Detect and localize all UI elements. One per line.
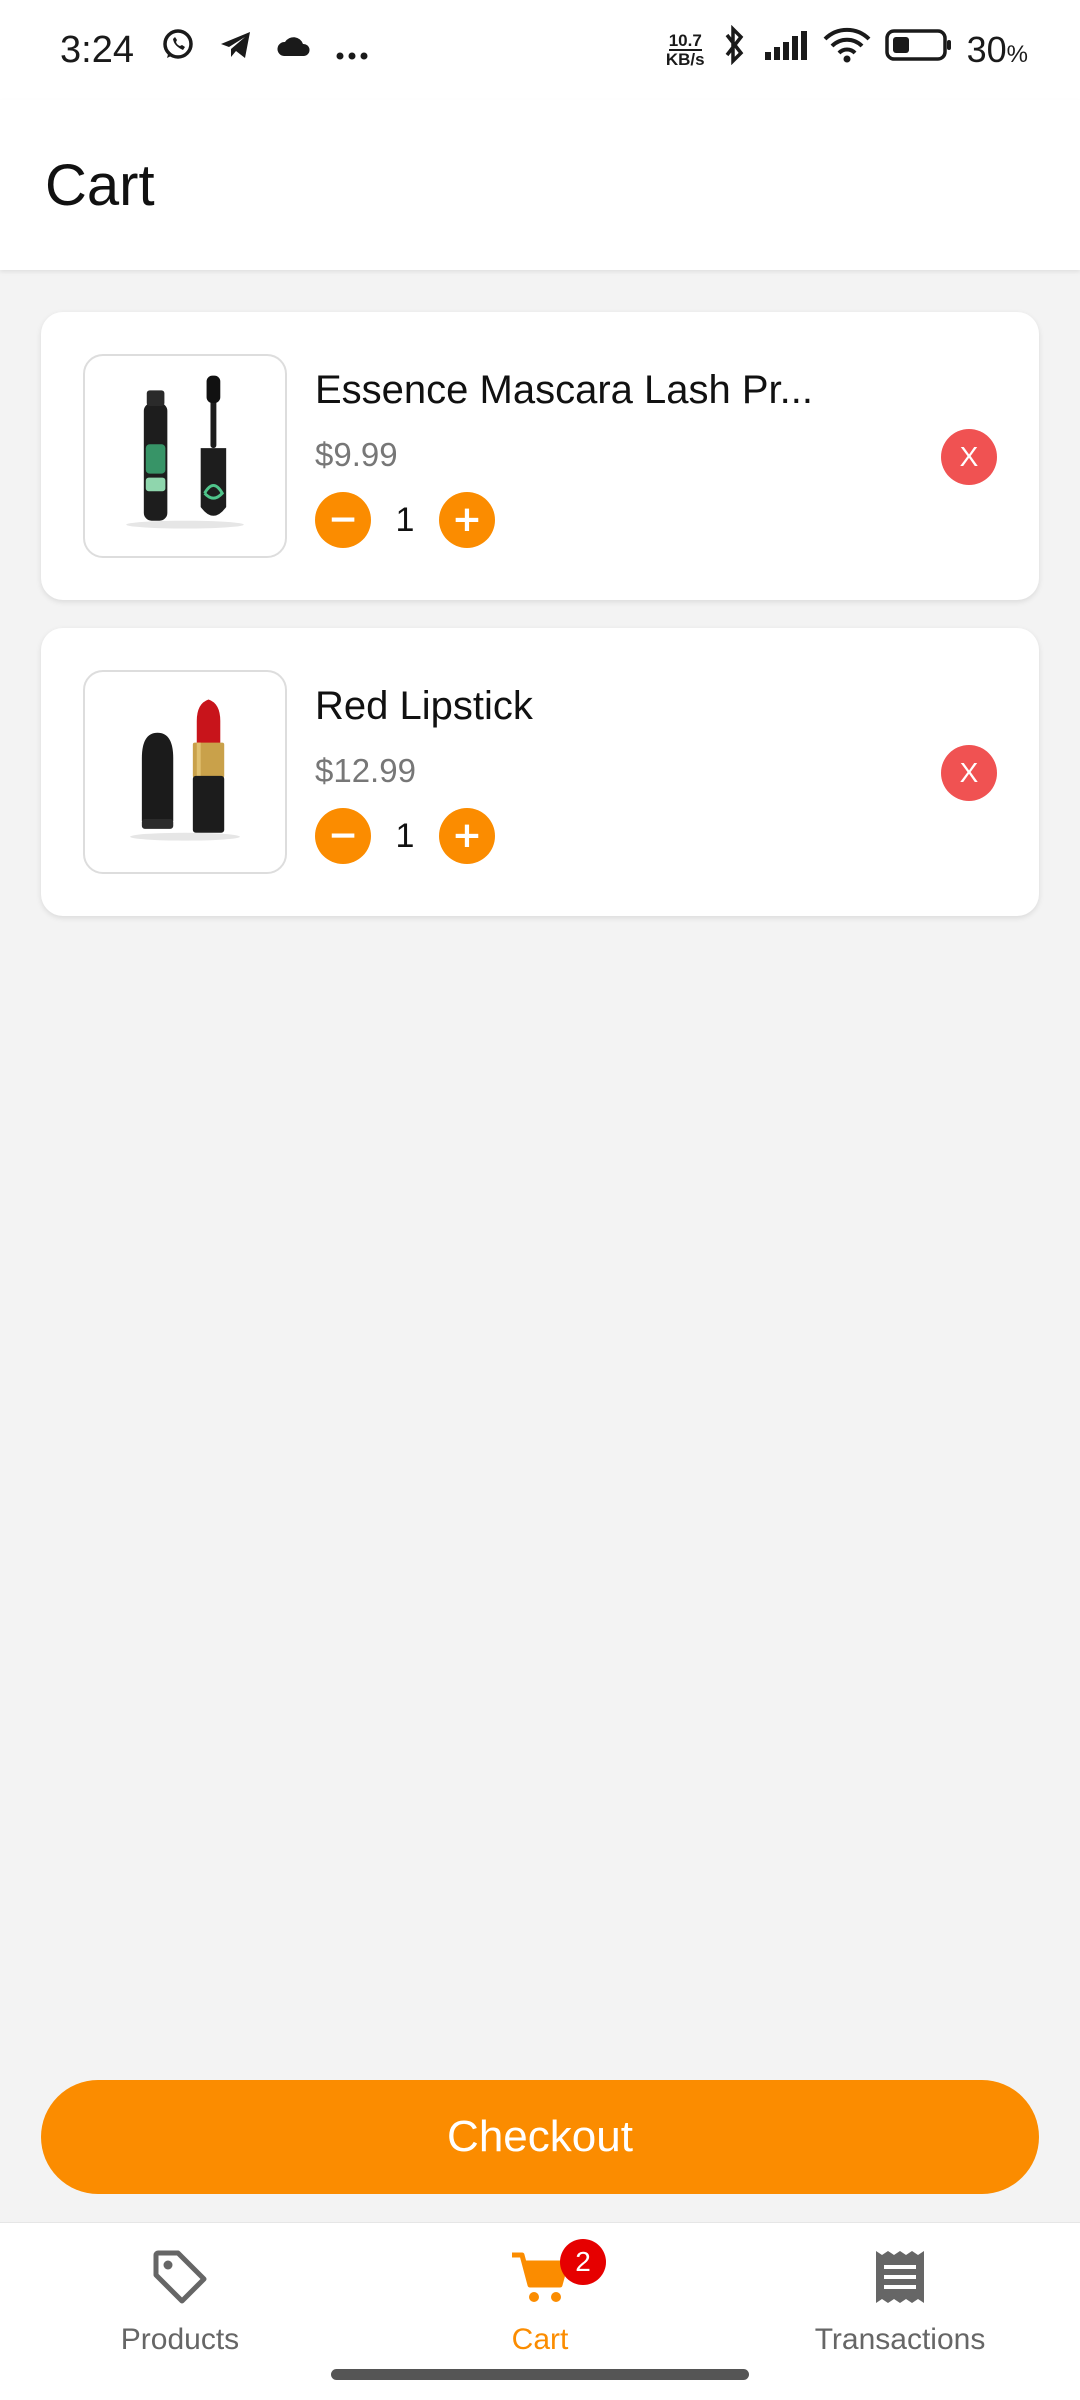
quantity-value: 1 <box>395 500 415 539</box>
checkout-button[interactable]: Checkout <box>41 2080 1039 2194</box>
increase-quantity-button[interactable]: + <box>439 808 495 864</box>
product-image-lipstick[interactable] <box>83 670 287 874</box>
product-price: $12.99 <box>315 752 416 789</box>
cart-count-badge: 2 <box>560 2239 606 2285</box>
product-image-mascara[interactable] <box>83 354 287 558</box>
bluetooth-icon <box>719 24 749 75</box>
cart-list: Essence Mascara Lash Pr... $9.99 − 1 + X… <box>41 312 1039 944</box>
battery-percent: 30% <box>967 29 1028 71</box>
network-speed: 10.7 KB/s <box>666 32 705 68</box>
page-title: Cart <box>45 152 155 218</box>
decrease-quantity-button[interactable]: − <box>315 492 371 548</box>
nav-item-label: Transactions <box>814 2323 986 2356</box>
battery-percent-unit: % <box>1006 41 1028 68</box>
app-header: Cart <box>0 100 1080 270</box>
nav-item-label: Products <box>120 2323 240 2356</box>
product-name[interactable]: Red Lipstick <box>315 684 533 729</box>
product-price: $9.99 <box>315 436 398 473</box>
status-time: 3:24 <box>60 28 134 71</box>
cart-item: Essence Mascara Lash Pr... $9.99 − 1 + X <box>41 312 1039 600</box>
more-icon <box>334 29 370 72</box>
cloud-icon <box>276 29 312 72</box>
status-bar: 3:24 10.7 KB/s 30% <box>0 0 1080 100</box>
network-speed-unit: KB/s <box>665 50 705 69</box>
battery-icon <box>884 28 953 72</box>
remove-item-button[interactable]: X <box>941 745 997 801</box>
receipt-icon <box>868 2245 932 2323</box>
nav-item-cart[interactable]: Cart 2 <box>410 2239 670 2357</box>
whatsapp-icon <box>160 27 196 73</box>
battery-percent-value: 30 <box>966 29 1007 70</box>
cart-item: Red Lipstick $12.99 − 1 + X <box>41 628 1039 916</box>
quantity-stepper: − 1 + <box>315 492 495 548</box>
tag-icon <box>148 2245 212 2323</box>
nav-item-transactions[interactable]: Transactions <box>770 2245 1030 2357</box>
quantity-stepper: − 1 + <box>315 808 495 864</box>
nav-item-products[interactable]: Products <box>50 2245 310 2357</box>
quantity-value: 1 <box>395 816 415 855</box>
product-name[interactable]: Essence Mascara Lash Pr... <box>315 368 813 413</box>
wifi-icon <box>823 27 871 73</box>
increase-quantity-button[interactable]: + <box>439 492 495 548</box>
nav-item-label: Cart <box>511 2323 569 2356</box>
telegram-icon <box>218 27 254 73</box>
home-indicator[interactable] <box>331 2369 749 2380</box>
signal-icon <box>763 29 809 72</box>
remove-item-button[interactable]: X <box>941 429 997 485</box>
decrease-quantity-button[interactable]: − <box>315 808 371 864</box>
network-speed-value: 10.7 <box>668 31 702 51</box>
